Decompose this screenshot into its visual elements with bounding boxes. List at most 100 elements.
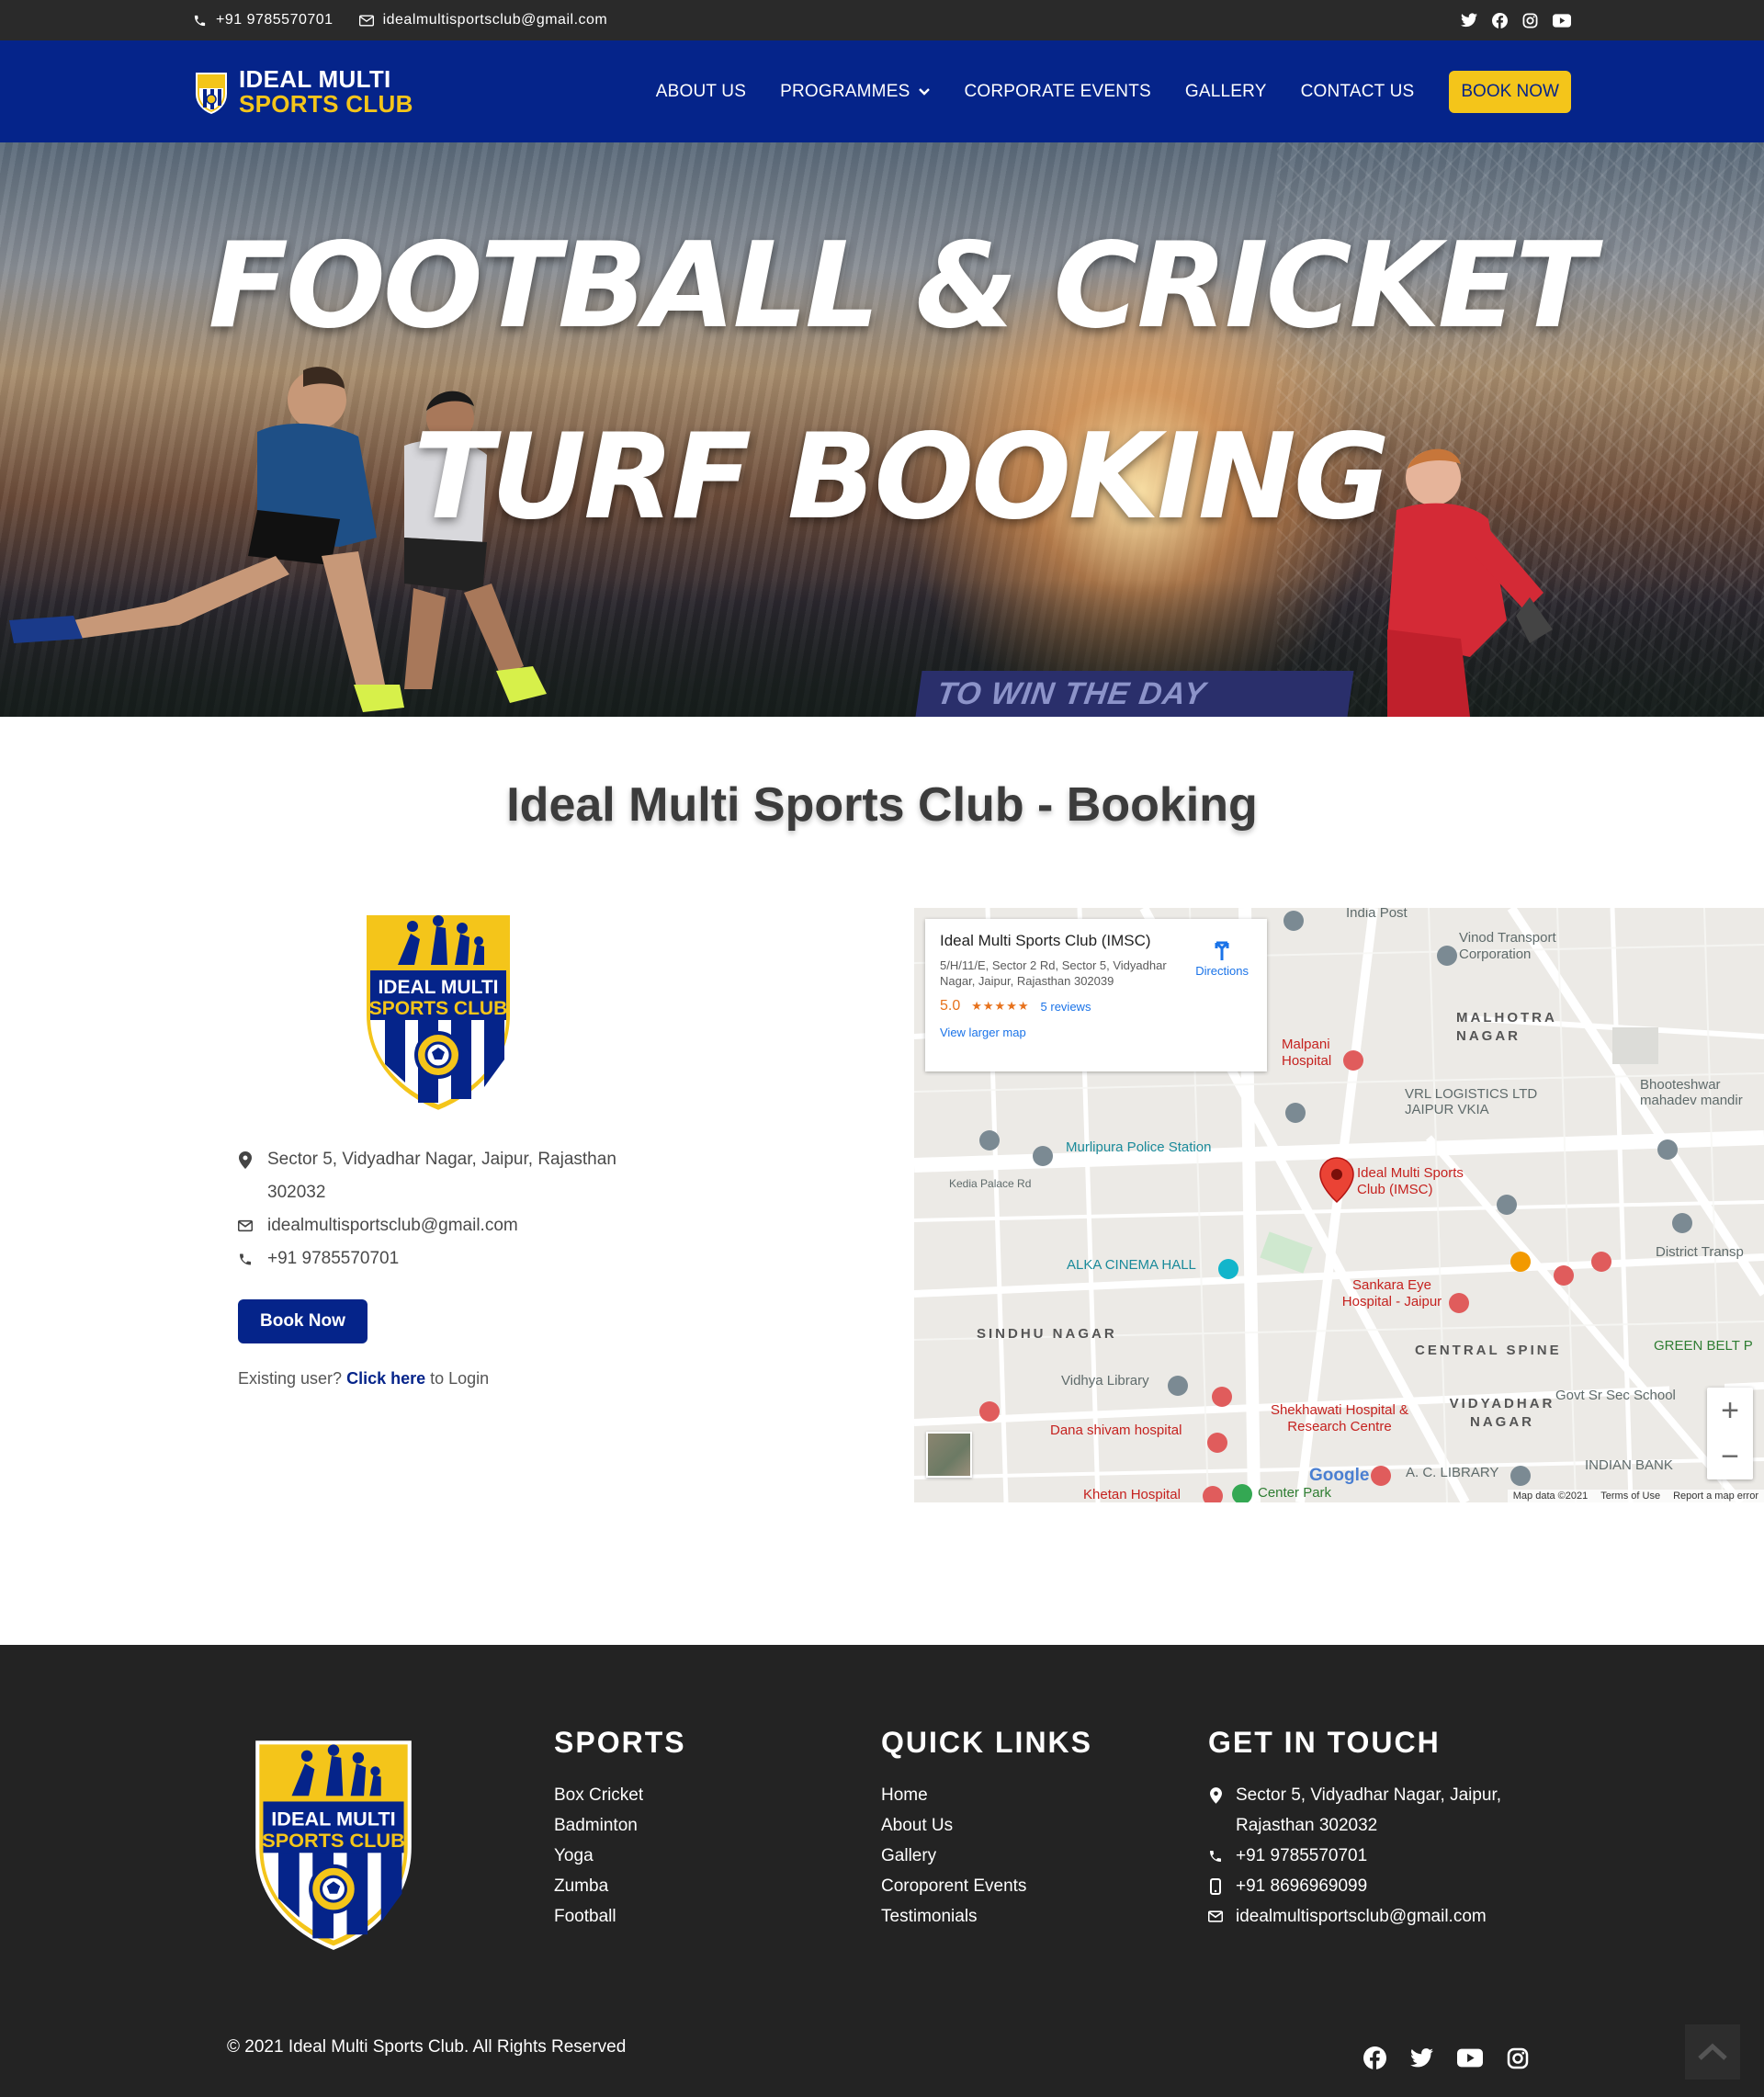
footer-link-yoga[interactable]: Yoga	[554, 1841, 881, 1871]
map-label-shekhawati: Shekhawati Hospital & Research Centre	[1270, 1402, 1409, 1434]
terms-of-use-link[interactable]: Terms of Use	[1600, 1491, 1660, 1502]
footer-link-box-cricket[interactable]: Box Cricket	[554, 1780, 881, 1810]
map-label-govt: Govt Sr Sec School	[1555, 1388, 1676, 1403]
topbar-phone[interactable]: +91 9785570701	[193, 12, 334, 28]
footer-address: Sector 5, Vidyadhar Nagar, Jaipur, Rajast…	[1208, 1780, 1535, 1841]
contact-address-text: Sector 5, Vidyadhar Nagar, Jaipur, Rajas…	[267, 1150, 616, 1202]
twitter-icon[interactable]	[1461, 13, 1477, 28]
phone-icon	[238, 1242, 253, 1275]
report-map-error-link[interactable]: Report a map error	[1673, 1491, 1758, 1502]
nav-programmes[interactable]: PROGRAMMES	[780, 81, 931, 102]
map-label-green-belt: GREEN BELT P	[1654, 1338, 1753, 1354]
top-bar: +91 9785570701 idealmultisportsclub@gmai…	[0, 0, 1764, 40]
nav-contact-us[interactable]: CONTACT US	[1301, 82, 1415, 102]
map-label-dana: Dana shivam hospital	[1050, 1423, 1182, 1438]
footer-club-crest-icon: IDEAL MULTI SPORTS CLUB	[255, 1740, 412, 1950]
chevron-up-icon	[1697, 2043, 1728, 2061]
footer-link-about-us[interactable]: About Us	[881, 1810, 1208, 1841]
youtube-icon[interactable]	[1457, 2046, 1483, 2069]
instagram-icon[interactable]	[1507, 2046, 1529, 2069]
facebook-icon[interactable]	[1363, 2046, 1386, 2069]
page-title: Ideal Multi Sports Club - Booking	[506, 778, 1258, 832]
footer-sports-column: SPORTS Box Cricket Badminton Yoga Zumba …	[554, 1726, 881, 1956]
footer-link-football[interactable]: Football	[554, 1901, 881, 1932]
footer-quick-links-column: QUICK LINKS Home About Us Gallery Coropo…	[881, 1726, 1208, 1956]
footer-link-corporate-events[interactable]: Coroporent Events	[881, 1871, 1208, 1901]
twitter-icon[interactable]	[1410, 2046, 1433, 2069]
book-now-primary-button[interactable]: Book Now	[238, 1299, 368, 1343]
footer-crest-line-2: SPORTS CLUB	[262, 1829, 405, 1852]
map-card-rating: 5.0 ★★★★★ 5 reviews	[940, 998, 1252, 1014]
footer-phone[interactable]: +91 9785570701	[1208, 1841, 1535, 1871]
stadium-banner-text: TO WIN THE DAY	[915, 671, 1354, 717]
map-pin-label[interactable]: Ideal Multi Sports Club (IMSC)	[1357, 1165, 1495, 1198]
nav-corporate-events[interactable]: CORPORATE EVENTS	[964, 82, 1150, 102]
footer-email[interactable]: idealmultisportsclub@gmail.com	[1208, 1901, 1535, 1932]
footer-link-testimonials[interactable]: Testimonials	[881, 1901, 1208, 1932]
map-label-kedia: Kedia Palace Rd	[949, 1177, 1032, 1190]
map-zoom-controls: + −	[1707, 1388, 1753, 1479]
footer-link-badminton[interactable]: Badminton	[554, 1810, 881, 1841]
youtube-icon[interactable]	[1553, 13, 1571, 28]
back-to-top-button[interactable]	[1685, 2024, 1740, 2080]
book-now-button[interactable]: BOOK NOW	[1449, 70, 1571, 113]
map-label-india-post: India Post	[1346, 908, 1408, 921]
map-label-library: A. C. LIBRARY	[1406, 1465, 1499, 1480]
topbar-email-text: idealmultisportsclub@gmail.com	[382, 12, 608, 28]
map-label-malhotra: MALHOTRA NAGAR	[1456, 1010, 1557, 1044]
contact-email[interactable]: idealmultisportsclub@gmail.com	[238, 1209, 675, 1242]
footer-contact-column: GET IN TOUCH Sector 5, Vidyadhar Nagar, …	[1208, 1726, 1535, 1956]
footer-social-links	[1363, 2046, 1529, 2069]
shield-logo-icon	[193, 70, 230, 114]
footer-touch-title: GET IN TOUCH	[1208, 1726, 1441, 1759]
hero-title-line-1: FOOTBALL & CRICKET	[208, 218, 1596, 355]
map-label-indian-bank: INDIAN BANK	[1585, 1457, 1673, 1473]
instagram-icon[interactable]	[1522, 13, 1538, 28]
main-header: IDEAL MULTI SPORTS CLUB ABOUT US PROGRAM…	[0, 40, 1764, 142]
footer-phone-text: +91 9785570701	[1236, 1846, 1368, 1865]
envelope-icon	[238, 1209, 253, 1242]
footer-link-gallery[interactable]: Gallery	[881, 1841, 1208, 1871]
contact-address: Sector 5, Vidyadhar Nagar, Jaipur, Rajas…	[238, 1143, 675, 1209]
map-label-vidyadhar: VIDYADHAR NAGAR	[1449, 1396, 1555, 1430]
google-map[interactable]: Murlipura Police Station Malpani Hospita…	[914, 908, 1764, 1502]
envelope-icon	[358, 15, 374, 27]
footer-logo-column: IDEAL MULTI SPORTS CLUB	[250, 1737, 554, 1956]
nav-programmes-label: PROGRAMMES	[780, 81, 910, 101]
zoom-in-button[interactable]: +	[1707, 1388, 1753, 1434]
site-footer: IDEAL MULTI SPORTS CLUB SPORTS Box Crick…	[0, 1645, 1764, 2097]
contact-phone[interactable]: +91 9785570701	[238, 1242, 675, 1275]
nav-about-us[interactable]: ABOUT US	[656, 82, 746, 102]
brand-line-2: SPORTS CLUB	[239, 89, 413, 118]
google-logo: Google	[1309, 1466, 1370, 1485]
facebook-icon[interactable]	[1492, 12, 1508, 28]
contact-email-text: idealmultisportsclub@gmail.com	[267, 1216, 518, 1235]
login-link[interactable]: Click here	[346, 1369, 425, 1388]
hero-banner: FOOTBALL & CRICKET TURF BOOKING TO WIN T…	[0, 142, 1764, 717]
view-larger-map-link[interactable]: View larger map	[940, 1026, 1252, 1039]
login-prompt: Existing user? Click here to Login	[238, 1369, 675, 1389]
footer-crest-line-1: IDEAL MULTI	[271, 1807, 395, 1830]
map-label-vinod: Vinod Transport Corporation	[1459, 930, 1556, 962]
crest-line-1: IDEAL MULTI	[378, 977, 498, 998]
reviews-link[interactable]: 5 reviews	[1041, 1000, 1091, 1014]
login-prompt-prefix: Existing user?	[238, 1369, 343, 1388]
map-data-text: Map data ©2021	[1512, 1491, 1589, 1502]
map-label-bhooteshwar: Bhooteshwar mahadev mandir	[1640, 1077, 1743, 1108]
nav-gallery[interactable]: GALLERY	[1185, 82, 1267, 102]
map-pin-icon	[238, 1143, 253, 1176]
zoom-out-button[interactable]: −	[1707, 1434, 1753, 1479]
satellite-view-toggle[interactable]	[926, 1432, 972, 1478]
copyright-text: © 2021 Ideal Multi Sports Club. All Righ…	[227, 2037, 627, 2057]
rating-score: 5.0	[940, 998, 961, 1014]
brand-logo[interactable]: IDEAL MULTI SPORTS CLUB	[193, 66, 413, 118]
footer-email-text: idealmultisportsclub@gmail.com	[1236, 1907, 1487, 1926]
footer-mobile[interactable]: +91 8696969099	[1208, 1871, 1535, 1901]
footer-link-zumba[interactable]: Zumba	[554, 1871, 881, 1901]
map-label-sankara: Sankara Eye Hospital - Jaipur	[1341, 1277, 1442, 1309]
map-label-vidhya: Vidhya Library	[1061, 1373, 1149, 1389]
directions-button[interactable]: Directions	[1195, 937, 1249, 978]
topbar-email[interactable]: idealmultisportsclub@gmail.com	[358, 12, 608, 28]
footer-sports-title: SPORTS	[554, 1726, 686, 1759]
footer-link-home[interactable]: Home	[881, 1780, 1208, 1810]
